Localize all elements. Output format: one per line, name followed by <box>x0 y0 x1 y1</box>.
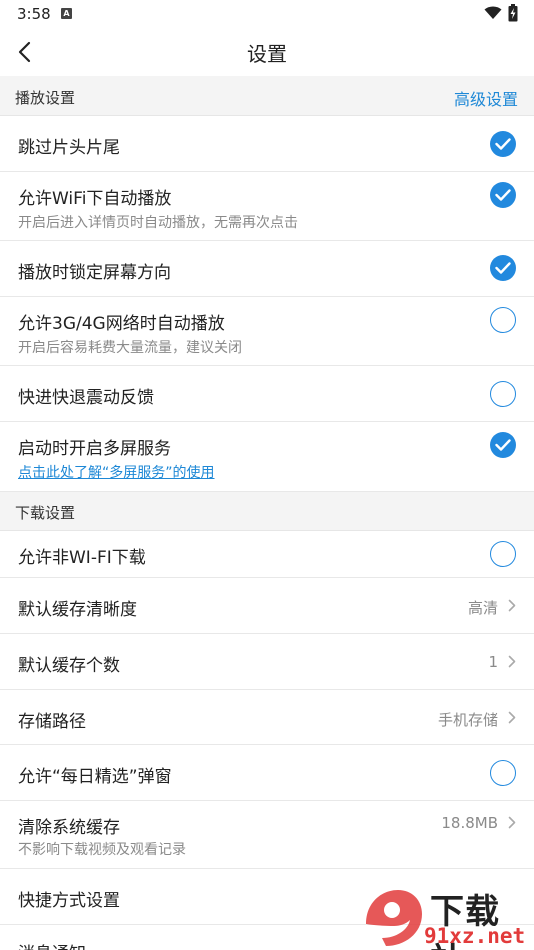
section-play-settings: 播放设置 高级设置 <box>0 76 534 116</box>
setting-lock-orientation[interactable]: 播放时锁定屏幕方向 <box>0 241 534 297</box>
row-title: 快进快退震动反馈 <box>18 388 154 408</box>
checkbox-unchecked[interactable] <box>490 541 516 567</box>
section-title: 下载设置 <box>15 504 76 522</box>
setting-cache-count[interactable]: 默认缓存个数 1 <box>0 634 534 690</box>
row-title: 跳过片头片尾 <box>18 138 120 158</box>
row-value: 18.8MB <box>441 814 498 832</box>
row-title: 允许非WI-FI下载 <box>18 548 146 568</box>
advanced-settings-link[interactable]: 高级设置 <box>454 86 518 110</box>
setting-daily-popup[interactable]: 允许“每日精选”弹窗 <box>0 745 534 801</box>
row-value: 高清 <box>467 599 498 617</box>
chevron-right-icon <box>508 816 516 829</box>
row-subtitle: 开启后容易耗费大量流量，建议关闭 <box>18 340 242 356</box>
row-title: 允许3G/4G网络时自动播放 <box>18 314 225 334</box>
app-header: 设置 <box>0 28 534 76</box>
setting-seek-vibration[interactable]: 快进快退震动反馈 <box>0 366 534 422</box>
row-title: 默认缓存个数 <box>18 656 120 676</box>
setting-non-wifi-download[interactable]: 允许非WI-FI下载 <box>0 531 534 578</box>
site-watermark: 下载站 91xz.net <box>360 884 534 950</box>
checkbox-checked[interactable] <box>490 131 516 157</box>
checkbox-unchecked[interactable] <box>490 307 516 333</box>
setting-storage-path[interactable]: 存储路径 手机存储 <box>0 690 534 745</box>
setting-wifi-autoplay[interactable]: 允许WiFi下自动播放 开启后进入详情页时自动播放，无需再次点击 <box>0 172 534 241</box>
status-bar: 3:58 A <box>0 0 534 28</box>
chevron-right-icon <box>508 655 516 668</box>
battery-charging-icon <box>508 4 518 22</box>
row-title: 默认缓存清晰度 <box>18 600 137 620</box>
checkbox-unchecked[interactable] <box>490 760 516 786</box>
row-subtitle: 开启后进入详情页时自动播放，无需再次点击 <box>18 215 298 231</box>
wifi-icon <box>484 6 502 19</box>
section-download-settings: 下载设置 <box>0 492 534 531</box>
notification-a-icon: A <box>61 8 72 19</box>
row-subtitle: 不影响下载视频及观看记录 <box>18 842 186 858</box>
row-title: 播放时锁定屏幕方向 <box>18 263 171 283</box>
status-time: 3:58 <box>17 5 51 23</box>
setting-multiscreen[interactable]: 启动时开启多屏服务 点击此处了解“多屏服务”的使用 <box>0 422 534 492</box>
check-icon <box>495 138 511 150</box>
row-title: 允许“每日精选”弹窗 <box>18 767 172 787</box>
row-title: 启动时开启多屏服务 <box>18 439 171 459</box>
check-icon <box>495 439 511 451</box>
checkbox-unchecked[interactable] <box>490 381 516 407</box>
checkbox-checked[interactable] <box>490 432 516 458</box>
watermark-url: 91xz.net <box>424 924 526 948</box>
checkbox-checked[interactable] <box>490 182 516 208</box>
check-icon <box>495 262 511 274</box>
row-title: 允许WiFi下自动播放 <box>18 189 172 209</box>
multiscreen-help-link[interactable]: 点击此处了解“多屏服务”的使用 <box>18 462 215 482</box>
setting-mobile-autoplay[interactable]: 允许3G/4G网络时自动播放 开启后容易耗费大量流量，建议关闭 <box>0 297 534 366</box>
row-title: 存储路径 <box>18 712 86 732</box>
chevron-right-icon <box>508 711 516 724</box>
page-title: 设置 <box>247 42 287 66</box>
row-value: 手机存储 <box>437 711 498 729</box>
setting-cache-quality[interactable]: 默认缓存清晰度 高清 <box>0 578 534 634</box>
setting-clear-cache[interactable]: 清除系统缓存 不影响下载视频及观看记录 18.8MB <box>0 801 534 869</box>
row-title: 清除系统缓存 <box>18 818 120 838</box>
row-title: 消息通知 <box>18 939 86 950</box>
chevron-right-icon <box>508 599 516 612</box>
row-value: 1 <box>488 653 498 671</box>
checkbox-checked[interactable] <box>490 255 516 281</box>
section-title: 播放设置 <box>15 89 76 107</box>
setting-skip-intro[interactable]: 跳过片头片尾 <box>0 116 534 172</box>
row-title: 快捷方式设置 <box>18 891 120 911</box>
check-icon <box>495 189 511 201</box>
